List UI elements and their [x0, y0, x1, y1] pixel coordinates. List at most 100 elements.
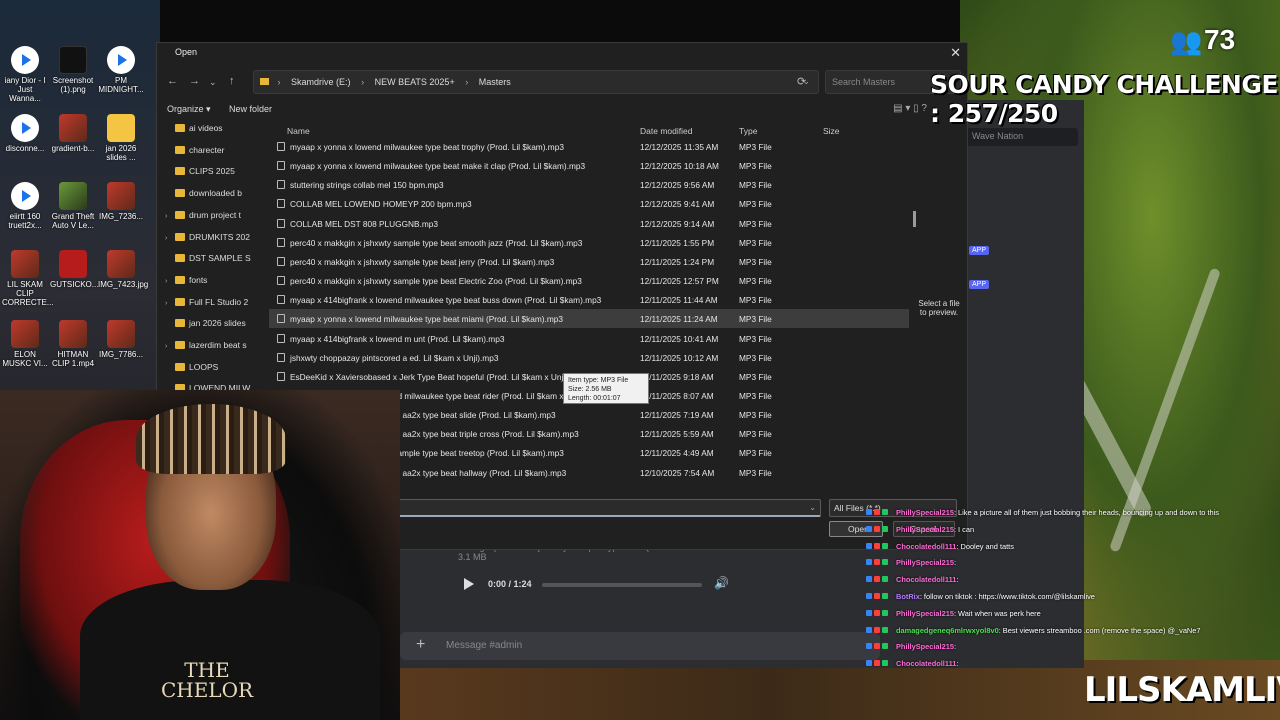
refresh-icon[interactable]: ⟳	[797, 75, 806, 88]
breadcrumb-current[interactable]: Masters	[479, 77, 511, 87]
file-row[interactable]: jshxwty choppazay pintscored a ed. Lil $…	[269, 348, 909, 367]
tooltip-length: Length: 00:01:07	[568, 395, 621, 402]
file-row[interactable]: COLLAB MEL LOWEND HOMEYP 200 bpm.mp3 12/1…	[269, 194, 909, 213]
chevron-right-icon[interactable]: ›	[165, 213, 175, 220]
chat-badges-icon	[866, 659, 896, 668]
back-icon[interactable]: ←	[167, 75, 178, 87]
file-row[interactable]: stuttering strings collab mel 150 bpm.mp…	[269, 175, 909, 194]
desktop-icon[interactable]: eiirtt 160 truett2x...	[2, 182, 48, 230]
chevron-down-icon[interactable]: ⌄	[209, 77, 217, 88]
desktop-icon[interactable]: disconne...	[2, 114, 48, 153]
chat-message: Chocolatedoll111:	[866, 575, 958, 584]
audio-file-icon	[277, 295, 285, 305]
desktop-icon[interactable]: iany Dior - I Just Wanna...	[2, 46, 48, 103]
desktop-icon[interactable]: HITMAN CLIP 1.mp4	[50, 320, 96, 368]
scrollbar[interactable]	[913, 211, 916, 227]
chat-text: : Dooley and tatts	[956, 541, 1014, 551]
file-row[interactable]: myaap x yonna x lowend milwaukee type be…	[269, 156, 909, 175]
tree-item[interactable]: › drum project t	[165, 210, 255, 228]
chat-badges-icon	[866, 575, 896, 584]
column-size[interactable]: Size	[823, 126, 840, 136]
tree-item[interactable]: DST SAMPLE S	[165, 253, 255, 271]
desktop-icon[interactable]: GUTSICKO...	[50, 250, 98, 289]
organize-button[interactable]: Organize ▾	[167, 104, 211, 115]
file-date: 12/10/2025 7:54 AM	[640, 467, 715, 478]
tree-item[interactable]: downloaded b	[165, 188, 255, 206]
chevron-right-icon[interactable]: ›	[165, 300, 175, 307]
desktop-icon-label: eiirtt 160 truett2x...	[8, 212, 42, 230]
add-attachment-icon[interactable]: +	[416, 636, 425, 654]
chat-username[interactable]: PhillySpecial215	[896, 609, 954, 618]
audio-file-icon	[277, 276, 285, 286]
file-row[interactable]: myaap x 414bigfrank x lowend m unt (Prod…	[269, 329, 909, 348]
breadcrumb-folder[interactable]: NEW BEATS 2025+	[375, 77, 455, 87]
view-options-icon[interactable]: ▤ ▾ ▯ ?	[893, 103, 927, 114]
breadcrumb-drive[interactable]: Skamdrive (E:)	[291, 77, 351, 87]
discord-message-input[interactable]: Message #admin	[400, 632, 880, 660]
chat-username[interactable]: PhillySpecial215	[896, 558, 954, 567]
file-type: MP3 File	[739, 256, 772, 267]
file-row[interactable]: myaap x yonna x lowend milwaukee type be…	[269, 309, 909, 329]
tree-item[interactable]: › fonts	[165, 275, 255, 293]
column-type[interactable]: Type	[739, 126, 757, 136]
tree-item[interactable]: › lazerdim beat s	[165, 340, 255, 358]
chat-badges-icon	[866, 609, 896, 618]
file-row[interactable]: perc40 x makkgin x jshxwty sample type b…	[269, 252, 909, 271]
chevron-right-icon[interactable]: ›	[165, 343, 175, 350]
desktop-icon[interactable]: jan 2026 slides ...	[98, 114, 144, 162]
desktop-icon[interactable]: IMG_7786...	[98, 320, 144, 359]
chat-username[interactable]: Chocolatedoll111	[896, 659, 956, 668]
file-date: 12/12/2025 9:56 AM	[640, 180, 715, 191]
close-icon[interactable]: ✕	[950, 45, 961, 61]
column-date[interactable]: Date modified	[640, 126, 692, 136]
column-name[interactable]: Name	[287, 126, 310, 136]
folder-icon	[175, 232, 185, 241]
desktop-icon[interactable]: IMG_7236...	[98, 182, 144, 221]
tree-item[interactable]: › Full FL Studio 2	[165, 297, 255, 315]
file-name: COLLAB MEL DST 808 PLUGGNB.mp3	[290, 218, 439, 229]
desktop-icon[interactable]: IMG_7423.jpg	[98, 250, 148, 289]
chat-username[interactable]: damagedgeneq6mlrwxyol8v0	[896, 626, 999, 635]
volume-icon[interactable]: 🔊	[714, 576, 729, 590]
chat-username[interactable]: Chocolatedoll111	[896, 575, 956, 584]
play-icon[interactable]	[464, 578, 474, 590]
desktop-icon[interactable]: gradient-b...	[50, 114, 96, 153]
file-row[interactable]: myaap x yonna x lowend milwaukee type be…	[269, 137, 909, 156]
tree-item[interactable]: ai videos	[165, 123, 255, 141]
file-row[interactable]: perc40 x makkgin x jshxwty sample type b…	[269, 271, 909, 290]
audio-progress-track[interactable]	[542, 583, 702, 587]
address-bar[interactable]: › Skamdrive (E:) › NEW BEATS 2025+ › Mas…	[253, 70, 819, 94]
tree-item[interactable]: charecter	[165, 145, 255, 163]
chat-username[interactable]: BotRix	[896, 592, 920, 601]
chat-message: damagedgeneq6mlrwxyol8v0: Best viewers s…	[866, 626, 1201, 635]
tree-item[interactable]: LOOPS	[165, 362, 255, 380]
chevron-right-icon[interactable]: ›	[165, 278, 175, 285]
desktop-icon[interactable]: LIL SKAM CLIP CORRECTE...	[2, 250, 54, 307]
chat-username[interactable]: PhillySpecial215	[896, 642, 954, 651]
chevron-right-icon[interactable]: ›	[165, 235, 175, 242]
file-row[interactable]: COLLAB MEL DST 808 PLUGGNB.mp3 12/12/2025…	[269, 214, 909, 233]
desktop-icon[interactable]: PM MIDNIGHT...	[98, 46, 144, 94]
file-row[interactable]: perc40 x makkgin x jshxwty sample type b…	[269, 233, 909, 252]
challenge-banner: SOUR CANDY CHALLENGE : 257/250	[930, 70, 1278, 128]
desktop-icon[interactable]: Grand Theft Auto V Le...	[50, 182, 96, 230]
tree-item[interactable]: jan 2026 slides	[165, 318, 255, 336]
tree-item-label: downloaded b	[189, 188, 242, 199]
file-row[interactable]: myaap x 414bigfrank x lowend milwaukee t…	[269, 290, 909, 309]
chevron-down-icon[interactable]: ⌄	[809, 503, 816, 512]
file-name: EsDeeKid x Xaviersobased x Jerk Type Bea…	[290, 371, 587, 382]
forward-icon[interactable]: →	[189, 75, 200, 87]
chat-username[interactable]: Chocolatedoll111	[896, 542, 956, 551]
desktop-icon-label: ELON MUSKC VI...	[2, 350, 48, 368]
chat-username[interactable]: PhillySpecial215	[896, 525, 954, 534]
tree-item[interactable]: › DRUMKITS 202	[165, 232, 255, 250]
chevron-right-icon: ›	[277, 77, 281, 87]
tree-item[interactable]: CLIPS 2025	[165, 166, 255, 184]
desktop-icon[interactable]: ELON MUSKC VI...	[2, 320, 48, 368]
new-folder-button[interactable]: New folder	[229, 104, 272, 114]
desktop-icon[interactable]: Screenshot (1).png	[50, 46, 96, 94]
discord-search-input[interactable]: Wave Nation	[966, 128, 1078, 146]
up-icon[interactable]: ↑	[229, 75, 235, 87]
chat-username[interactable]: PhillySpecial215	[896, 508, 954, 517]
audio-file-icon	[277, 314, 285, 324]
